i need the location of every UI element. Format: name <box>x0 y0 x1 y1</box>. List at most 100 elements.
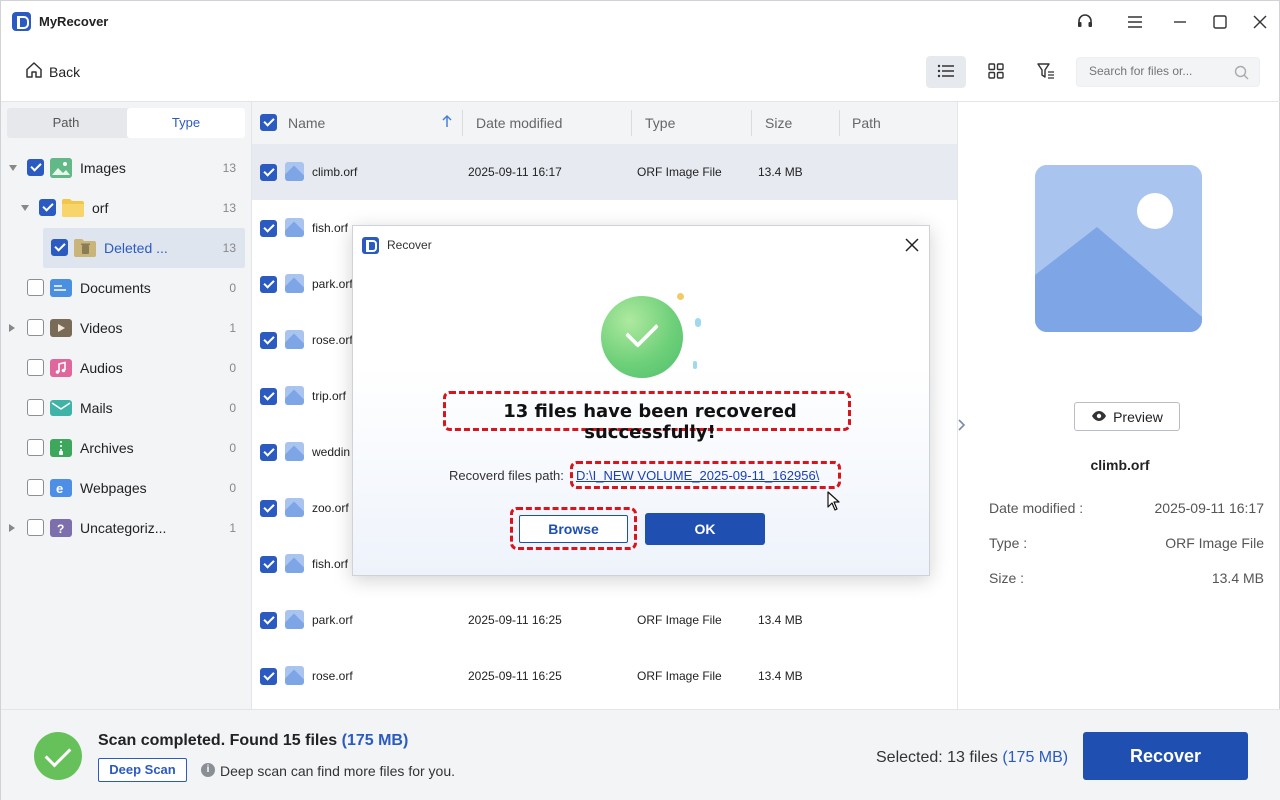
success-check-icon <box>601 296 683 378</box>
column-name[interactable]: Name <box>288 115 325 131</box>
table-row[interactable]: rose.orf 2025-09-11 16:25 ORF Image File… <box>252 648 957 704</box>
size-value: 13.4 MB <box>1211 570 1264 586</box>
tree-item-audios[interactable]: Audios 0 <box>1 348 252 388</box>
column-size[interactable]: Size <box>765 115 792 131</box>
column-divider[interactable] <box>751 110 752 136</box>
checkbox-webpages[interactable] <box>27 479 44 496</box>
select-all-checkbox[interactable] <box>260 114 277 131</box>
checkbox-documents[interactable] <box>27 279 44 296</box>
tree-count: 13 <box>222 241 236 255</box>
file-size: 13.4 MB <box>758 165 803 179</box>
column-divider[interactable] <box>462 110 463 136</box>
column-path[interactable]: Path <box>852 115 881 131</box>
image-file-icon <box>285 386 304 405</box>
close-icon[interactable] <box>1249 12 1271 32</box>
row-checkbox[interactable] <box>260 332 277 349</box>
filter-button[interactable] <box>1026 56 1066 88</box>
tree-label: Audios <box>80 360 123 376</box>
column-type[interactable]: Type <box>645 115 675 131</box>
grid-view-icon <box>988 62 1004 82</box>
selected-size: (175 MB) <box>1002 749 1069 766</box>
search-icon[interactable] <box>1234 65 1249 83</box>
file-name: fish.orf <box>312 221 349 235</box>
recover-button[interactable]: Recover <box>1083 732 1248 780</box>
file-name: zoo.orf <box>312 501 349 515</box>
minimize-icon[interactable] <box>1169 12 1191 32</box>
recover-dialog: Recover 13 files have been recovered suc… <box>352 225 930 576</box>
checkbox-archives[interactable] <box>27 439 44 456</box>
size-label: Size : <box>989 570 1025 586</box>
row-checkbox[interactable] <box>260 276 277 293</box>
table-row[interactable]: park.orf 2025-09-11 16:25 ORF Image File… <box>252 592 957 648</box>
tree-item-videos[interactable]: Videos 1 <box>1 308 252 348</box>
row-checkbox[interactable] <box>260 668 277 685</box>
tab-type[interactable]: Type <box>127 108 245 138</box>
tree-item-mails[interactable]: Mails 0 <box>1 388 252 428</box>
expand-caret-icon[interactable] <box>9 324 15 332</box>
row-checkbox[interactable] <box>260 220 277 237</box>
tree-count: 0 <box>229 441 236 455</box>
row-checkbox[interactable] <box>260 612 277 629</box>
grid-view-button[interactable] <box>976 56 1016 88</box>
image-file-icon <box>285 274 304 293</box>
maximize-icon[interactable] <box>1209 12 1231 32</box>
tree-item-documents[interactable]: Documents 0 <box>1 268 252 308</box>
column-date-modified[interactable]: Date modified <box>476 115 562 131</box>
deep-scan-button[interactable]: Deep Scan <box>98 758 187 782</box>
webpages-icon: e <box>50 478 72 498</box>
tree-item-uncategorized[interactable]: ? Uncategoriz... 1 <box>1 508 252 548</box>
column-divider[interactable] <box>631 110 632 136</box>
selected-file-name: climb.orf <box>1090 457 1150 473</box>
search-box[interactable] <box>1076 57 1260 87</box>
checkbox-deleted[interactable] <box>51 239 68 256</box>
menu-icon[interactable] <box>1124 12 1146 32</box>
expand-caret-icon[interactable] <box>9 165 17 171</box>
row-checkbox[interactable] <box>260 164 277 181</box>
date-modified-value: 2025-09-11 16:17 <box>1154 500 1265 516</box>
sort-ascending-icon[interactable] <box>442 114 452 131</box>
app-logo-icon <box>12 12 31 31</box>
tree-label: orf <box>92 200 109 216</box>
tree-item-images[interactable]: Images 13 <box>1 148 252 188</box>
tree-item-orf[interactable]: orf 13 <box>1 188 252 228</box>
tab-path[interactable]: Path <box>7 108 125 138</box>
checkbox-mails[interactable] <box>27 399 44 416</box>
row-checkbox[interactable] <box>260 500 277 517</box>
image-file-icon <box>285 162 304 181</box>
row-checkbox[interactable] <box>260 556 277 573</box>
preview-button[interactable]: Preview <box>1074 402 1180 431</box>
file-size: 13.4 MB <box>758 613 803 627</box>
expand-caret-icon[interactable] <box>21 205 29 211</box>
category-panel: Path Type Images 13 orf 13 Deleted ... 1… <box>1 101 252 709</box>
checkbox-videos[interactable] <box>27 319 44 336</box>
checkbox-audios[interactable] <box>27 359 44 376</box>
checkbox-images[interactable] <box>27 159 44 176</box>
recovered-path-link[interactable]: D:\I_NEW VOLUME_2025-09-11_162956\ <box>576 468 819 483</box>
tree-item-deleted[interactable]: Deleted ... 13 <box>43 228 245 268</box>
support-headset-icon[interactable] <box>1074 12 1096 32</box>
tree-count: 13 <box>222 161 236 175</box>
search-input[interactable] <box>1089 64 1229 78</box>
dialog-close-icon[interactable] <box>903 236 921 254</box>
ok-button[interactable]: OK <box>645 513 765 545</box>
file-type: ORF Image File <box>637 613 722 627</box>
checkbox-orf[interactable] <box>39 199 56 216</box>
checkbox-uncategorized[interactable] <box>27 519 44 536</box>
column-divider[interactable] <box>839 110 840 136</box>
list-view-button[interactable] <box>926 56 966 88</box>
tree-item-webpages[interactable]: e Webpages 0 <box>1 468 252 508</box>
row-checkbox[interactable] <box>260 388 277 405</box>
back-button[interactable]: Back <box>25 61 80 82</box>
file-name: park.orf <box>312 613 353 627</box>
table-row[interactable]: climb.orf 2025-09-11 16:17 ORF Image Fil… <box>252 144 957 200</box>
row-checkbox[interactable] <box>260 444 277 461</box>
recovered-path-label: Recoverd files path: <box>449 468 564 483</box>
images-icon <box>50 158 72 178</box>
tree-item-archives[interactable]: Archives 0 <box>1 428 252 468</box>
details-panel: Preview climb.orf Date modified : 2025-0… <box>957 101 1280 709</box>
image-file-icon <box>285 666 304 685</box>
tree-count: 1 <box>229 321 236 335</box>
browse-button[interactable]: Browse <box>519 515 628 543</box>
expand-caret-icon[interactable] <box>9 524 15 532</box>
sparkle-icon <box>677 293 684 300</box>
